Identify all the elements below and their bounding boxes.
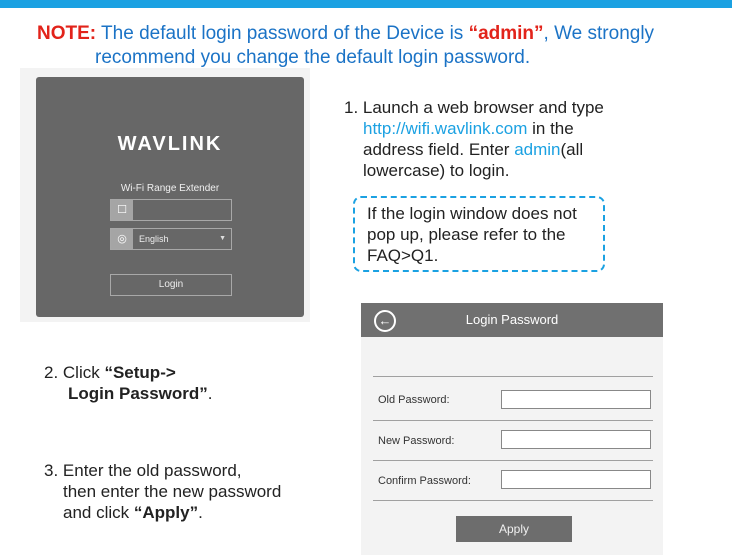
divider (373, 460, 653, 461)
divider (373, 500, 653, 501)
faq-line2: pop up, please refer to the (367, 225, 566, 244)
dropdown-arrow-icon: ▼ (219, 235, 226, 242)
note-label: NOTE: (37, 23, 97, 44)
apply-button[interactable]: Apply (456, 516, 572, 542)
admin-username: admin (514, 140, 561, 159)
step-2-text: 2. Click “Setup-> Login Password”. (44, 362, 213, 404)
note-text-1: The default login password of the Device… (96, 23, 469, 44)
note-text-2: , We strongly (543, 23, 655, 44)
note-text-line2: recommend you change the default login p… (95, 47, 531, 68)
language-select[interactable]: ◎ English ▼ (110, 228, 232, 250)
language-value: English (139, 234, 169, 244)
step-1-after-user: (all (560, 140, 584, 159)
login-window: WAVLINK Wi-Fi Range Extender ☐ ◎ English… (36, 77, 304, 317)
faq-line3: FAQ>Q1. (367, 246, 439, 265)
step-3-text: 3. Enter the old password, then enter th… (44, 460, 281, 523)
new-password-label: New Password: (378, 435, 455, 447)
step-2-suffix: . (207, 384, 213, 403)
panel-title: Login Password (465, 312, 559, 327)
divider (373, 376, 653, 377)
note-default-password: “admin” (468, 23, 544, 44)
old-password-input[interactable] (501, 390, 651, 409)
lock-icon: ☐ (111, 200, 133, 220)
step-2-login-password: Login Password” (68, 384, 208, 403)
step-3-line1: 3. Enter the old password, (44, 461, 242, 480)
password-field[interactable]: ☐ (110, 199, 232, 221)
step-2-prefix: 2. Click (44, 363, 105, 382)
brand-logo: WAVLINK (117, 133, 223, 155)
confirm-password-label: Confirm Password: (378, 475, 471, 487)
step-3-apply: “Apply” (133, 503, 199, 522)
new-password-input[interactable] (501, 430, 651, 449)
login-subtitle: Wi-Fi Range Extender (120, 183, 220, 194)
login-password-panel: ← Login Password Old Password: New Passw… (361, 303, 663, 555)
globe-icon: ◎ (111, 229, 133, 249)
step-3-line2: then enter the new password (63, 482, 282, 501)
old-password-label: Old Password: (378, 394, 450, 406)
divider (373, 420, 653, 421)
step-3-line3: and click (63, 503, 134, 522)
top-accent-bar (0, 0, 732, 8)
login-button[interactable]: Login (110, 274, 232, 296)
panel-header: ← Login Password (361, 303, 663, 337)
confirm-password-input[interactable] (501, 470, 651, 489)
step-2-setup: “Setup-> (104, 363, 176, 382)
step-1-line4: lowercase) to login. (363, 161, 510, 180)
step-1-line3: address field. Enter (363, 140, 515, 159)
step-3-suffix: . (198, 503, 203, 522)
step-1-line1: 1. Launch a web browser and type (344, 98, 604, 117)
faq-callout: If the login window does not pop up, ple… (353, 196, 605, 272)
wavlink-url-link[interactable]: http://wifi.wavlink.com (363, 119, 527, 138)
note-block: NOTE: The default login password of the … (37, 22, 717, 70)
faq-line1: If the login window does not (367, 204, 577, 223)
step-1-text: 1. Launch a web browser and type http://… (344, 97, 604, 181)
step-1-after-url: in the (527, 119, 574, 138)
